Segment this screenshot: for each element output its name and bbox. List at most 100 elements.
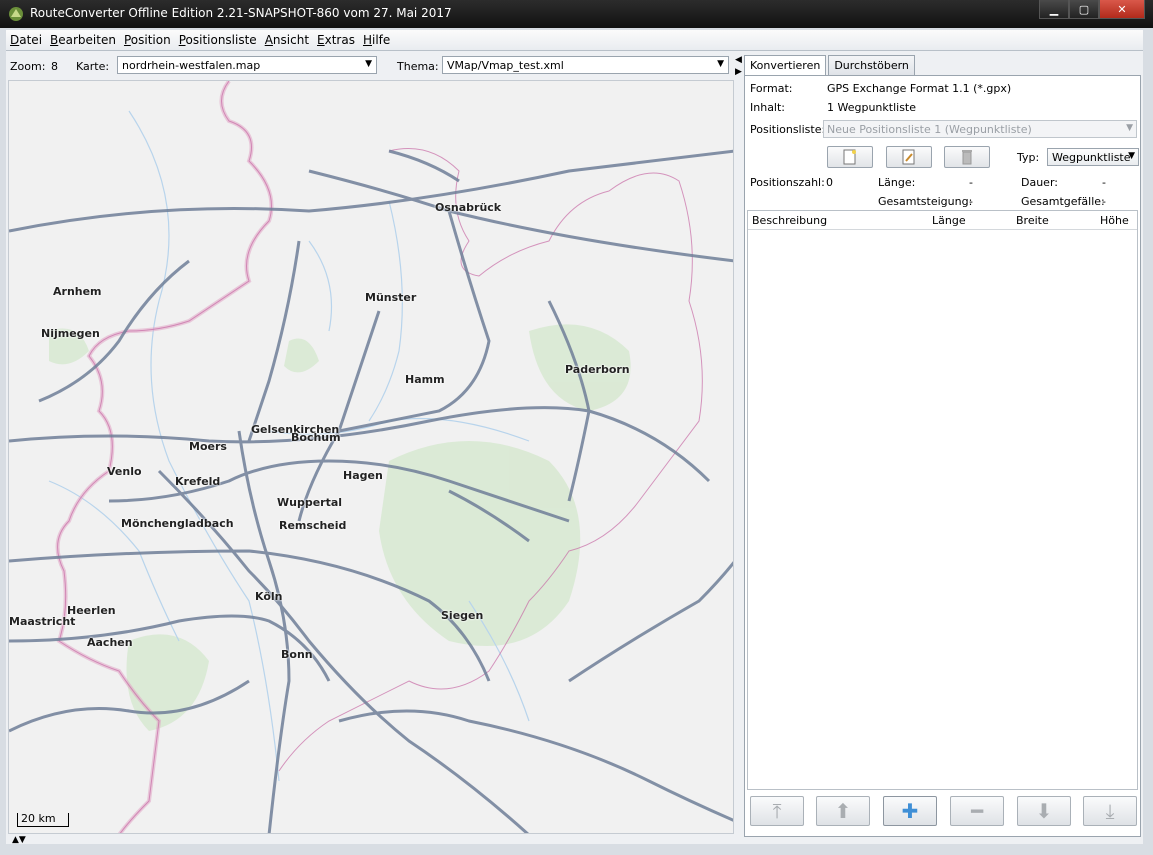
- inhalt-label: Inhalt:: [750, 101, 786, 114]
- column-beschreibung[interactable]: Beschreibung: [752, 214, 827, 227]
- gesamtsteigung-value: -: [969, 195, 973, 208]
- move-down-button[interactable]: ⬇: [1017, 796, 1071, 826]
- city-label: Siegen: [441, 609, 484, 622]
- move-up-button[interactable]: ⬆: [816, 796, 870, 826]
- zoom-label: Zoom:: [10, 60, 46, 73]
- positions-table[interactable]: Beschreibung Länge Breite Höhe: [747, 210, 1138, 790]
- chevron-down-icon: ▼: [365, 59, 372, 69]
- close-icon: ✕: [1117, 2, 1127, 16]
- menu-datei[interactable]: Datei: [6, 33, 46, 47]
- city-label: Remscheid: [279, 519, 347, 532]
- city-label: Aachen: [87, 636, 133, 649]
- minimize-button[interactable]: ▁: [1039, 0, 1069, 19]
- positionszahl-value: 0: [826, 176, 833, 189]
- rename-list-button[interactable]: [886, 146, 932, 168]
- thema-label: Thema:: [397, 60, 439, 73]
- move-to-bottom-button[interactable]: ⤓: [1083, 796, 1137, 826]
- inhalt-value: 1 Wegpunktliste: [827, 101, 917, 114]
- move-top-icon: ⤒: [772, 799, 782, 823]
- typ-select[interactable]: Wegpunktliste ▼: [1047, 148, 1139, 166]
- gesamtgefaelle-value: -: [1102, 195, 1106, 208]
- positionsliste-label: Positionsliste:: [750, 123, 826, 136]
- tab-content: Format: GPS Exchange Format 1.1 (*.gpx) …: [744, 75, 1141, 837]
- city-label: Köln: [255, 590, 283, 603]
- laenge-label: Länge:: [878, 176, 916, 189]
- client-area: Zoom: 8 Karte: nordrhein-westfalen.map ▼…: [6, 51, 1143, 844]
- gesamtgefaelle-label: Gesamtgefälle:: [1021, 195, 1105, 208]
- column-breite[interactable]: Breite: [1016, 214, 1049, 227]
- menu-ansicht[interactable]: Ansicht: [261, 33, 313, 47]
- collapse-up-icon[interactable]: ▲: [12, 835, 19, 845]
- positionszahl-label: Positionszahl:: [750, 176, 825, 189]
- minus-icon: ━: [970, 799, 984, 823]
- city-label: Paderborn: [565, 363, 630, 376]
- split-pane-divider[interactable]: ◀ ▶: [734, 53, 744, 833]
- chevron-down-icon: ▼: [1128, 151, 1135, 161]
- maximize-icon: ▢: [1078, 2, 1090, 16]
- tab-konvertieren[interactable]: Konvertieren: [744, 55, 827, 76]
- map-view[interactable]: Osnabrück Arnhem Nijmegen Münster Paderb…: [8, 80, 734, 834]
- karte-select-value: nordrhein-westfalen.map: [122, 59, 261, 72]
- map-scale-bar: 20 km: [17, 812, 69, 827]
- city-label: Wuppertal: [277, 496, 343, 509]
- new-list-button[interactable]: [827, 146, 873, 168]
- dauer-value: -: [1102, 176, 1106, 189]
- menu-position[interactable]: Position: [120, 33, 175, 47]
- chevron-down-icon: ▼: [717, 59, 724, 69]
- window-controls: ▁ ▢ ✕: [1039, 0, 1145, 20]
- thema-select-value: VMap/Vmap_test.xml: [447, 59, 564, 72]
- window-title: RouteConverter Offline Edition 2.21-SNAP…: [30, 6, 452, 20]
- table-header: Beschreibung Länge Breite Höhe: [748, 211, 1137, 230]
- trash-icon: [962, 150, 972, 165]
- map-toolbar: Zoom: 8 Karte: nordrhein-westfalen.map ▼…: [6, 55, 734, 79]
- title-bar[interactable]: RouteConverter Offline Edition 2.21-SNAP…: [0, 0, 1153, 28]
- menu-hilfe[interactable]: Hilfe: [359, 33, 394, 47]
- positionsliste-select[interactable]: Neue Positionsliste 1 (Wegpunktliste) ▼: [823, 120, 1137, 138]
- arrow-up-icon: ⬆: [834, 799, 852, 823]
- close-button[interactable]: ✕: [1099, 0, 1145, 19]
- city-label: Maastricht: [9, 615, 76, 628]
- typ-label: Typ:: [1017, 151, 1040, 164]
- thema-select[interactable]: VMap/Vmap_test.xml ▼: [442, 56, 729, 74]
- expand-right-icon[interactable]: ▶: [735, 67, 742, 77]
- routeconverter-app-icon: [9, 7, 23, 21]
- city-label: Mönchengladbach: [121, 517, 234, 530]
- positionsliste-select-value: Neue Positionsliste 1 (Wegpunktliste): [827, 123, 1032, 136]
- menu-bar: Datei Bearbeiten Position Positionsliste…: [6, 30, 1143, 51]
- map-split-toggle[interactable]: ▲▼: [12, 835, 26, 845]
- city-label: Bonn: [281, 648, 313, 661]
- app-window: RouteConverter Offline Edition 2.21-SNAP…: [0, 0, 1153, 855]
- add-position-button[interactable]: ✚: [883, 796, 937, 826]
- karte-label: Karte:: [76, 60, 110, 73]
- map-canvas: [9, 81, 733, 833]
- karte-select[interactable]: nordrhein-westfalen.map ▼: [117, 56, 377, 74]
- menu-extras[interactable]: Extras: [313, 33, 359, 47]
- chevron-down-icon: ▼: [1126, 123, 1133, 133]
- menu-positionsliste[interactable]: Positionsliste: [175, 33, 261, 47]
- dauer-label: Dauer:: [1021, 176, 1058, 189]
- menu-bearbeiten[interactable]: Bearbeiten: [46, 33, 120, 47]
- city-label: Nijmegen: [41, 327, 100, 340]
- maximize-button[interactable]: ▢: [1069, 0, 1099, 19]
- city-label: Hamm: [405, 373, 445, 386]
- edit-document-icon: [902, 149, 915, 165]
- arrow-down-icon: ⬇: [1035, 799, 1053, 823]
- column-hoehe[interactable]: Höhe: [1100, 214, 1129, 227]
- minimize-icon: ▁: [1049, 2, 1059, 16]
- tab-durchstoebern[interactable]: Durchstöbern: [828, 55, 915, 75]
- gesamtsteigung-label: Gesamtsteigung:: [878, 195, 973, 208]
- roads: [9, 149, 733, 833]
- remove-position-button[interactable]: ━: [950, 796, 1004, 826]
- city-label: Hagen: [343, 469, 383, 482]
- city-label: Venlo: [107, 465, 142, 478]
- move-bottom-icon: ⤓: [1105, 799, 1115, 823]
- converter-panel: Konvertieren Durchstöbern Format: GPS Ex…: [744, 55, 1141, 837]
- expand-down-icon[interactable]: ▼: [19, 835, 26, 845]
- move-to-top-button[interactable]: ⤒: [750, 796, 804, 826]
- delete-list-button[interactable]: [944, 146, 990, 168]
- zoom-value: 8: [51, 60, 58, 73]
- collapse-left-icon[interactable]: ◀: [735, 55, 742, 65]
- new-document-icon: [843, 149, 856, 165]
- column-laenge[interactable]: Länge: [932, 214, 966, 227]
- city-label: Krefeld: [175, 475, 221, 488]
